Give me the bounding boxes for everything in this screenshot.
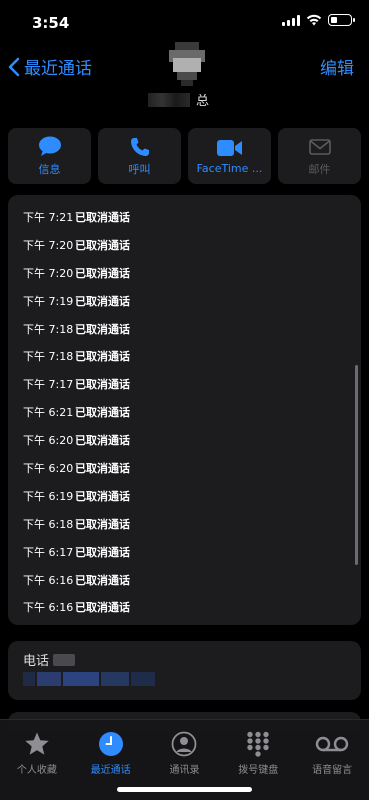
phone-label: 电话 [23,650,76,669]
call-time: 下午 6:16 [23,573,74,587]
back-button[interactable]: 最近通话 [8,54,92,79]
chevron-left-icon [8,57,20,76]
call-time: 下午 6:16 [23,601,74,615]
call-row: 下午 7:17 已取消通话 [8,370,361,398]
call-row: 下午 7:19 已取消通话 [8,287,361,315]
status-icons [282,14,355,26]
voicemail-icon [315,736,349,752]
call-status: 已取消通话 [75,434,130,448]
call-row: 下午 7:20 已取消通话 [8,231,361,259]
call-status: 已取消通话 [75,322,130,336]
mail-icon [308,138,331,155]
mail-button[interactable]: 邮件 [278,128,361,184]
facetime-button[interactable]: FaceTime ... [188,128,271,184]
call-row: 下午 7:20 已取消通话 [8,259,361,287]
redacted-name [148,92,190,107]
status-time: 3:54 [32,14,70,32]
tab-favorites[interactable]: 个人收藏 [2,729,72,776]
call-row: 下午 6:17 已取消通话 [8,538,361,566]
tab-label: 最近通话 [90,765,131,776]
call-status: 已取消通话 [75,601,130,615]
call-time: 下午 7:18 [23,322,74,336]
call-status: 已取消通话 [75,517,130,531]
call-row: 下午 7:21 已取消通话 [8,203,361,231]
call-time: 下午 7:17 [23,378,74,392]
contact-name-suffix: 总 [196,94,210,109]
call-row: 下午 7:18 已取消通话 [8,315,361,343]
tab-label: 拨号键盘 [238,765,279,776]
battery-icon [328,14,355,26]
message-icon [38,136,61,156]
call-button[interactable]: 呼叫 [98,128,181,184]
call-time: 下午 6:17 [23,545,74,559]
contact-avatar [165,42,209,86]
phone-label-text: 电话 [23,654,50,669]
clock-icon [98,732,123,756]
signal-icon [282,14,300,26]
tab-label: 语音留言 [312,765,353,776]
call-status: 已取消通话 [75,294,130,308]
call-status: 已取消通话 [75,545,130,559]
call-label: 呼叫 [128,162,151,176]
call-time: 下午 6:20 [23,434,74,448]
call-status: 已取消通话 [75,266,130,280]
home-indicator[interactable] [117,787,252,792]
call-time: 下午 6:19 [23,489,74,503]
redacted-phone-number[interactable] [23,672,155,686]
call-row: 下午 7:18 已取消通话 [8,342,361,370]
edit-button[interactable]: 编辑 [320,54,354,79]
call-row: 下午 6:16 已取消通话 [8,593,361,621]
call-time: 下午 7:18 [23,350,74,364]
tab-contacts[interactable]: 通讯录 [149,729,219,776]
scroll-indicator[interactable] [355,365,358,565]
facetime-label: FaceTime ... [196,162,263,175]
call-row: 下午 6:20 已取消通话 [8,426,361,454]
tab-recents[interactable]: 最近通话 [76,729,146,776]
star-icon [25,732,49,755]
wifi-icon [306,14,322,26]
call-status: 已取消通话 [75,350,130,364]
action-buttons: 信息 呼叫 FaceTime ... 邮件 [8,128,361,184]
video-icon [216,140,242,156]
call-time: 下午 6:21 [23,406,74,420]
phone-number-card[interactable]: 电话 [8,641,361,700]
call-time: 下午 6:18 [23,517,74,531]
message-label: 信息 [38,162,61,176]
call-history-list: 下午 7:21 已取消通话 下午 7:20 已取消通话 下午 7:20 已取消通话 下… [8,195,361,625]
call-status: 已取消通话 [75,210,130,224]
call-status: 已取消通话 [75,489,130,503]
call-row: 下午 6:20 已取消通话 [8,454,361,482]
phone-icon [130,137,149,156]
tab-label: 个人收藏 [16,765,57,776]
call-time: 下午 7:21 [23,210,74,224]
keypad-icon [247,731,269,757]
call-status: 已取消通话 [75,378,130,392]
nav-bar: 最近通话 编辑 总 [0,42,369,114]
call-row: 下午 6:16 已取消通话 [8,566,361,594]
mail-label: 邮件 [308,162,331,176]
back-label: 最近通话 [24,59,92,79]
call-status: 已取消通话 [75,573,130,587]
contact-icon [172,731,197,757]
call-time: 下午 7:19 [23,294,74,308]
redacted-phone-tag [53,653,76,666]
tab-keypad[interactable]: 拨号键盘 [223,729,293,776]
call-status: 已取消通话 [75,238,130,252]
contact-name: 总 [148,90,209,109]
status-bar: 3:54 [0,0,369,44]
call-row: 下午 6:19 已取消通话 [8,482,361,510]
call-row: 下午 6:18 已取消通话 [8,510,361,538]
call-row: 下午 6:21 已取消通话 [8,398,361,426]
tab-voicemail[interactable]: 语音留言 [297,729,367,776]
call-status: 已取消通话 [75,406,130,420]
tab-bar: 个人收藏 最近通话 通讯录 拨号键盘 语音留言 [0,719,369,800]
tab-label: 通讯录 [169,765,200,776]
message-button[interactable]: 信息 [8,128,91,184]
call-status: 已取消通话 [75,461,130,475]
call-time: 下午 7:20 [23,266,74,280]
call-time: 下午 7:20 [23,238,74,252]
call-time: 下午 6:20 [23,461,74,475]
